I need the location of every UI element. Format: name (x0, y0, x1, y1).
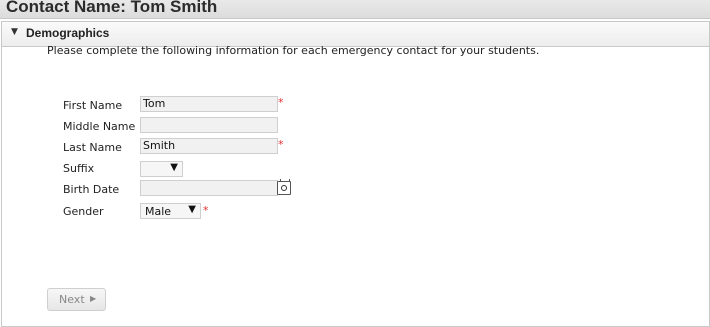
first-name-input[interactable]: Tom (140, 96, 278, 112)
suffix-select[interactable]: ▼ (140, 161, 183, 177)
last-name-label: Last Name (63, 141, 122, 154)
last-name-input[interactable]: Smith (140, 138, 278, 154)
gender-required-mark: * (203, 204, 209, 217)
suffix-label: Suffix (63, 162, 95, 175)
next-button-label: Next (59, 293, 85, 306)
instructions-text: Please complete the following informatio… (47, 44, 540, 57)
gender-select[interactable]: Male ▼ (140, 203, 201, 219)
first-name-label: First Name (63, 99, 123, 112)
demographics-panel: ▼ Demographics (1, 21, 710, 327)
gender-label: Gender (63, 205, 104, 218)
triangle-right-icon: ▶ (90, 294, 97, 303)
birth-date-label: Birth Date (63, 183, 120, 196)
triangle-down-icon: ▼ (188, 204, 196, 215)
caret-down-icon[interactable]: ▼ (11, 27, 18, 37)
page-title: Contact Name: Tom Smith (6, 0, 218, 16)
next-button[interactable]: Next ▶ (47, 288, 106, 311)
title-bar: Contact Name: Tom Smith (0, 0, 710, 19)
calendar-icon[interactable] (277, 179, 291, 195)
birth-date-input[interactable] (140, 180, 278, 196)
gender-selected-value: Male (145, 205, 172, 218)
first-name-required-mark: * (278, 96, 284, 109)
middle-name-label: Middle Name (63, 120, 136, 133)
last-name-required-mark: * (278, 138, 284, 151)
section-title: Demographics (26, 26, 110, 40)
triangle-down-icon: ▼ (170, 162, 178, 173)
middle-name-input[interactable] (140, 117, 278, 133)
